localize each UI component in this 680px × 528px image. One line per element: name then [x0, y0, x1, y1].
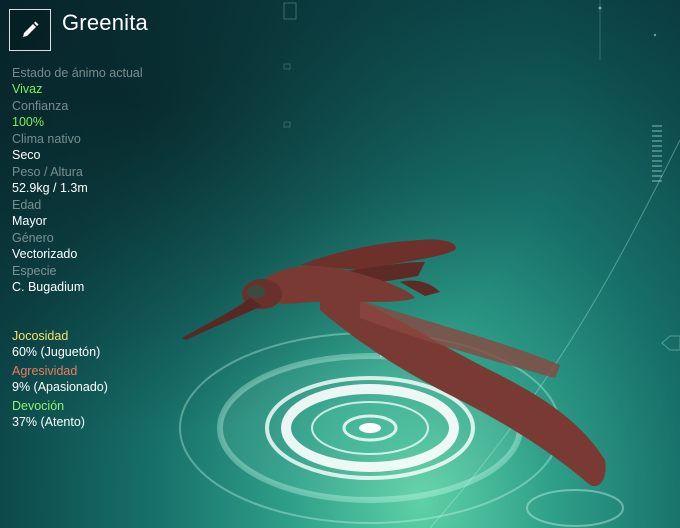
stat-label: Edad: [12, 198, 42, 212]
creature-name: Greenita: [62, 10, 148, 35]
stat-label: Especie: [12, 264, 57, 278]
creature-header: Greenita: [9, 9, 148, 51]
trait-value: 60% (Juguetón): [12, 344, 101, 359]
trait-label: Jocosidad: [12, 329, 69, 343]
stat-age: Edad Mayor: [12, 198, 232, 229]
trait-aggression: Agresividad 9% (Apasionado): [12, 364, 232, 395]
stat-trust: Confianza 100%: [12, 99, 232, 130]
stat-climate: Clima nativo Seco: [12, 132, 232, 163]
stat-value: 52.9kg / 1.3m: [12, 180, 88, 195]
stat-label: Estado de ánimo actual: [12, 66, 143, 80]
stat-label: Género: [12, 231, 54, 245]
stat-label: Peso / Altura: [12, 165, 83, 179]
trait-devotion: Devoción 37% (Atento): [12, 399, 232, 430]
trait-label: Devoción: [12, 399, 65, 413]
stat-value: Mayor: [12, 213, 47, 228]
stat-weight-height: Peso / Altura 52.9kg / 1.3m: [12, 165, 232, 196]
stat-value: Vectorizado: [12, 246, 78, 261]
stat-value: C. Bugadium: [12, 279, 85, 294]
creature-stats-list: Estado de ánimo actual Vivaz Confianza 1…: [12, 66, 232, 297]
stat-value: Seco: [12, 147, 41, 162]
edit-name-button[interactable]: [9, 9, 51, 51]
trait-value: 37% (Atento): [12, 414, 85, 429]
pencil-icon: [23, 21, 39, 37]
trait-playfulness: Jocosidad 60% (Juguetón): [12, 329, 232, 360]
stat-species: Especie C. Bugadium: [12, 264, 232, 295]
stat-label: Confianza: [12, 99, 69, 113]
trait-value: 9% (Apasionado): [12, 379, 108, 394]
stat-gender: Género Vectorizado: [12, 231, 232, 262]
stat-label: Clima nativo: [12, 132, 81, 146]
stat-mood: Estado de ánimo actual Vivaz: [12, 66, 232, 97]
trait-label: Agresividad: [12, 364, 78, 378]
stat-value: 100%: [12, 114, 44, 129]
creature-traits-list: Jocosidad 60% (Juguetón) Agresividad 9% …: [12, 329, 232, 434]
stat-value: Vivaz: [12, 81, 43, 96]
